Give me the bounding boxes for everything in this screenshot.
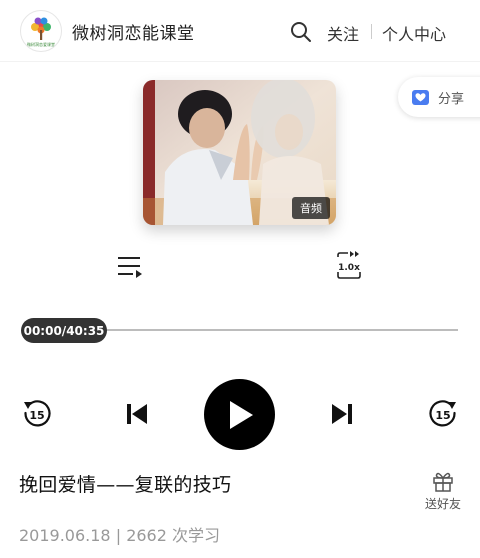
play-icon — [229, 400, 253, 429]
gift-icon — [433, 472, 453, 492]
meta-separator: | — [115, 526, 122, 545]
svg-text:15: 15 — [435, 409, 450, 422]
forward-15-icon[interactable]: 15 — [428, 399, 458, 429]
send-to-friend-button[interactable]: 送好友 — [423, 470, 463, 512]
previous-track-icon[interactable] — [126, 403, 148, 425]
course-meta: 2019.06.18 | 2662 次学习 — [19, 522, 220, 546]
header-divider — [371, 24, 372, 39]
svg-text:15: 15 — [29, 409, 44, 422]
course-title: 挽回爱情——复联的技巧 — [19, 474, 232, 496]
play-button[interactable] — [204, 379, 275, 450]
top-bar: 微树洞恋爱课堂 微树洞恋能课堂 关注 个人中心 — [0, 0, 480, 62]
course-cover-image: 音频 — [143, 80, 336, 225]
study-count: 2662 次学习 — [126, 526, 220, 545]
next-track-icon[interactable] — [331, 403, 353, 425]
speed-label: 1.0x — [338, 263, 360, 273]
share-icon — [412, 89, 429, 105]
profile-link[interactable]: 个人中心 — [382, 21, 446, 45]
rewind-15-icon[interactable]: 15 — [22, 399, 52, 429]
send-to-friend-label: 送好友 — [424, 497, 461, 511]
svg-text:微树洞恋爱课堂: 微树洞恋爱课堂 — [27, 41, 55, 47]
app-title: 微树洞恋能课堂 — [72, 24, 195, 44]
playback-speed-button[interactable]: 1.0x — [336, 251, 362, 279]
progress-time-handle[interactable]: 00:00/40:35 — [21, 318, 107, 343]
search-icon[interactable] — [290, 21, 312, 43]
audio-badge: 音频 — [292, 197, 330, 219]
share-label: 分享 — [438, 91, 465, 107]
follow-button[interactable]: 关注 — [327, 21, 359, 45]
share-button[interactable]: 分享 — [398, 77, 480, 117]
brand-logo[interactable]: 微树洞恋爱课堂 — [20, 10, 62, 52]
playlist-icon[interactable] — [117, 254, 143, 278]
publish-date: 2019.06.18 — [19, 526, 111, 545]
